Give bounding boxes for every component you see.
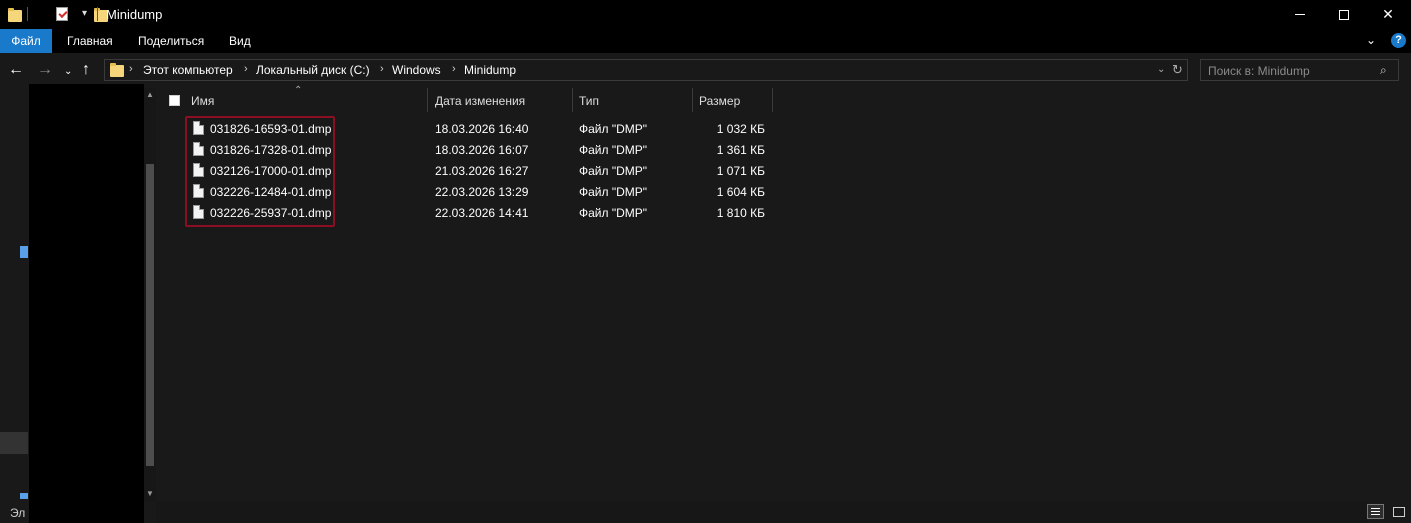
file-date: 18.03.2026 16:40: [435, 122, 529, 136]
file-type: Файл "DMP": [579, 122, 648, 136]
file-date: 22.03.2026 14:41: [435, 206, 529, 220]
breadcrumb-minidump[interactable]: Minidump: [464, 63, 516, 77]
chevron-right-icon[interactable]: ›: [129, 63, 133, 75]
navigation-bar: ← → ⌄ ↑ › Этот компьютер › Локальный дис…: [0, 53, 1411, 88]
file-size: 1 032 КБ: [716, 122, 765, 136]
folder-icon: [8, 8, 22, 22]
pc-icon[interactable]: [20, 246, 28, 258]
nav-pane-selected-item[interactable]: [0, 432, 28, 454]
back-arrow-icon[interactable]: ←: [8, 61, 24, 79]
file-date: 18.03.2026 16:07: [435, 143, 529, 157]
scroll-up-icon[interactable]: ▲: [146, 90, 154, 99]
file-date: 21.03.2026 16:27: [435, 164, 529, 178]
file-size: 1 071 КБ: [716, 164, 765, 178]
column-divider[interactable]: [427, 88, 428, 112]
file-size: 1 604 КБ: [716, 185, 765, 199]
file-list: ⌃ Имя Дата изменения Тип Размер 031826-1…: [156, 85, 1411, 502]
minimize-button[interactable]: [1277, 0, 1323, 29]
file-type: Файл "DMP": [579, 143, 648, 157]
search-placeholder: Поиск в: Minidump: [1208, 64, 1310, 78]
file-type: Файл "DMP": [579, 206, 648, 220]
column-divider[interactable]: [572, 88, 573, 112]
chevron-right-icon[interactable]: ›: [452, 63, 456, 75]
customize-toolbar-icon[interactable]: ▾: [82, 8, 87, 19]
separator: [27, 7, 28, 21]
nav-pane-scrollbar[interactable]: ▲ ▼: [144, 88, 156, 502]
chevron-right-icon[interactable]: ›: [244, 63, 248, 75]
tab-file[interactable]: Файл: [0, 29, 52, 53]
status-item-count: Эл: [10, 506, 26, 520]
tab-share[interactable]: Поделиться: [126, 29, 216, 53]
breadcrumb-local-disk[interactable]: Локальный диск (C:): [256, 63, 370, 77]
select-all-checkbox[interactable]: [169, 95, 180, 106]
status-bar: Эл: [0, 502, 40, 523]
address-dropdown-icon[interactable]: ⌄: [1157, 64, 1165, 75]
breadcrumb-this-pc[interactable]: Этот компьютер: [143, 63, 233, 77]
file-size: 1 810 КБ: [716, 206, 765, 220]
breadcrumb-windows[interactable]: Windows: [392, 63, 441, 77]
column-header-name[interactable]: Имя: [191, 94, 214, 108]
file-type: Файл "DMP": [579, 164, 648, 178]
folder-icon: [110, 63, 124, 77]
help-icon[interactable]: ?: [1391, 33, 1406, 48]
tab-home[interactable]: Главная: [55, 29, 125, 53]
forward-arrow-icon[interactable]: →: [37, 61, 53, 79]
search-box[interactable]: Поиск в: Minidump ⌕: [1200, 59, 1399, 81]
network-icon[interactable]: [20, 493, 28, 499]
scroll-down-icon[interactable]: ▼: [146, 489, 154, 498]
separator: [97, 7, 98, 21]
title-bar: ▾ Minidump ✕: [0, 0, 1411, 29]
properties-icon[interactable]: [56, 7, 69, 21]
expand-ribbon-icon[interactable]: ⌄: [1366, 33, 1376, 47]
window-title: Minidump: [106, 7, 163, 22]
recent-locations-icon[interactable]: ⌄: [64, 63, 72, 81]
close-icon: ✕: [1382, 6, 1394, 22]
up-arrow-icon[interactable]: ↑: [82, 61, 90, 79]
file-date: 22.03.2026 13:29: [435, 185, 529, 199]
address-bar[interactable]: › Этот компьютер › Локальный диск (C:) ›…: [104, 59, 1188, 81]
column-header-size[interactable]: Размер: [699, 94, 740, 108]
ribbon: Файл Главная Поделиться Вид ⌄ ?: [0, 29, 1411, 53]
scrollbar-thumb[interactable]: [146, 164, 154, 466]
file-type: Файл "DMP": [579, 185, 648, 199]
tab-view[interactable]: Вид: [217, 29, 263, 53]
refresh-icon[interactable]: ↻: [1172, 62, 1183, 78]
details-view-icon[interactable]: [1367, 504, 1384, 519]
column-divider[interactable]: [692, 88, 693, 112]
minimize-icon: [1295, 14, 1305, 15]
maximize-icon: [1339, 9, 1349, 20]
maximize-button[interactable]: [1321, 0, 1367, 29]
search-icon[interactable]: ⌕: [1380, 63, 1387, 78]
redacted-area: [29, 84, 144, 523]
close-button[interactable]: ✕: [1365, 0, 1411, 29]
horizontal-scrollbar[interactable]: [156, 502, 1367, 523]
highlight-annotation: [185, 116, 335, 227]
chevron-right-icon[interactable]: ›: [380, 63, 384, 75]
sort-ascending-icon: ⌃: [294, 85, 303, 96]
large-icons-view-icon[interactable]: [1390, 504, 1407, 519]
column-divider[interactable]: [772, 88, 773, 112]
column-header-date[interactable]: Дата изменения: [435, 94, 525, 108]
file-size: 1 361 КБ: [716, 143, 765, 157]
column-header-type[interactable]: Тип: [579, 94, 599, 108]
